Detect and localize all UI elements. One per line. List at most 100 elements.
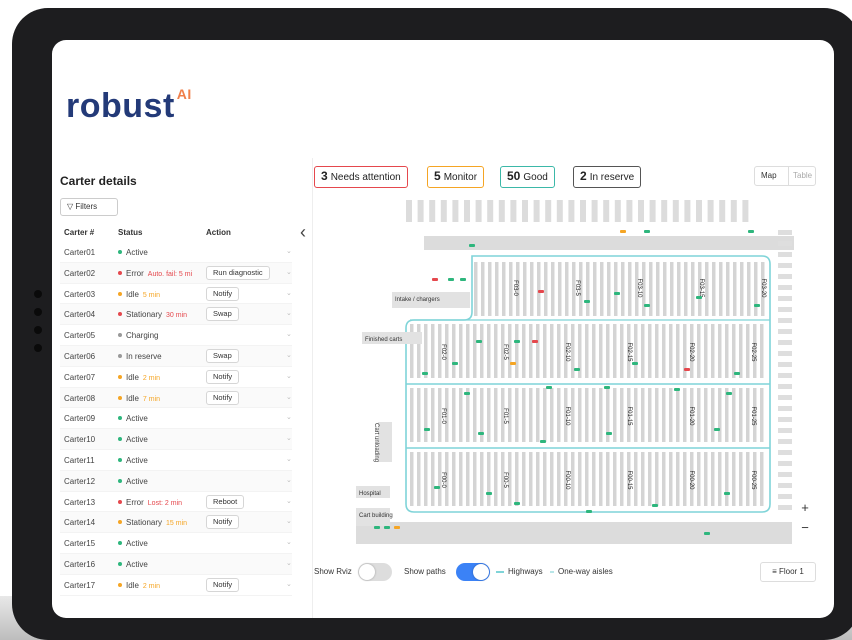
- shelf: [480, 324, 484, 378]
- chevron-down-icon[interactable]: ⌄: [286, 455, 292, 463]
- table-row[interactable]: Carter16 Active ⌄: [60, 553, 292, 575]
- chevron-down-icon[interactable]: ⌄: [286, 330, 292, 338]
- collapse-panel-icon[interactable]: ‹: [300, 222, 306, 243]
- shelf: [424, 388, 428, 442]
- map-view-tab[interactable]: Map: [761, 167, 777, 185]
- chevron-down-icon[interactable]: ⌄: [286, 289, 292, 297]
- table-row[interactable]: Carter06 In reserve Swap ⌄: [60, 345, 292, 367]
- floor-selector[interactable]: ≡ Floor 1: [760, 562, 816, 582]
- show-paths-toggle[interactable]: [456, 563, 490, 581]
- carter-id: Carter06: [64, 351, 96, 361]
- row-action-button[interactable]: Run diagnostic: [206, 265, 270, 280]
- carter-marker: [510, 362, 516, 365]
- summary-pill[interactable]: 2 In reserve: [573, 166, 642, 188]
- row-action-button[interactable]: Notify: [206, 286, 240, 301]
- table-row[interactable]: Carter11 Active ⌄: [60, 450, 292, 471]
- row-action-button[interactable]: Notify: [206, 390, 240, 405]
- shelf: [466, 452, 470, 506]
- table-row[interactable]: Carter03 Idle 5 min Notify ⌄: [60, 284, 292, 305]
- highways-legend-label: Highways: [508, 567, 543, 576]
- status-text: Charging: [126, 331, 159, 341]
- chevron-down-icon[interactable]: ⌄: [286, 497, 292, 505]
- row-action-button[interactable]: Swap: [206, 307, 239, 322]
- row-action-button[interactable]: Swap: [206, 348, 239, 363]
- table-row[interactable]: Carter08 Idle 7 min Notify ⌄: [60, 387, 292, 409]
- chevron-down-icon[interactable]: ⌄: [286, 309, 292, 317]
- status-text: Active: [126, 414, 148, 424]
- summary-count: 3: [321, 169, 328, 183]
- shelf: [557, 388, 561, 442]
- status-detail: Auto. fail: 5 mi: [147, 270, 193, 278]
- rack: [487, 200, 494, 222]
- row-action-button[interactable]: Notify: [206, 577, 240, 592]
- chevron-down-icon[interactable]: ⌄: [286, 538, 292, 546]
- summary-count: 5: [434, 169, 441, 183]
- zoom-in-button[interactable]: +: [796, 500, 814, 518]
- carter-status: Active: [118, 248, 148, 257]
- rack: [778, 417, 792, 422]
- show-rviz-toggle[interactable]: [358, 563, 392, 581]
- chevron-down-icon[interactable]: ⌄: [286, 476, 292, 484]
- chevron-down-icon[interactable]: ⌄: [286, 580, 292, 588]
- rack: [778, 494, 792, 499]
- table-row[interactable]: Carter09 Active ⌄: [60, 408, 292, 430]
- chevron-down-icon[interactable]: ⌄: [286, 393, 292, 401]
- chevron-down-icon[interactable]: ⌄: [286, 268, 292, 276]
- table-view-tab[interactable]: Table: [788, 167, 812, 185]
- table-row[interactable]: Carter02 Error Auto. fail: 5 mi Run diagn…: [60, 262, 292, 284]
- filters-button[interactable]: ▽ Filters: [60, 198, 118, 216]
- chevron-down-icon[interactable]: ⌄: [286, 372, 292, 380]
- table-row[interactable]: Carter13 Error Lost: 2 min Reboot ⌄: [60, 492, 292, 513]
- device-button: [34, 290, 42, 298]
- shelf: [747, 262, 751, 316]
- carter-id: Carter14: [64, 518, 96, 528]
- carter-marker: [674, 388, 680, 391]
- shelf: [592, 324, 596, 378]
- rack: [778, 307, 792, 312]
- shelf: [718, 324, 722, 378]
- shelf: [641, 452, 645, 506]
- status-dot: [118, 541, 122, 546]
- carter-marker: [652, 504, 658, 507]
- shelf: [593, 262, 597, 316]
- chevron-down-icon[interactable]: ⌄: [286, 559, 292, 567]
- rack: [778, 318, 792, 323]
- summary-pill[interactable]: 5 Monitor: [427, 166, 485, 188]
- shelf: [536, 388, 540, 442]
- warehouse-map[interactable]: Intake / chargers Finished carts Cart unlo…: [314, 192, 834, 562]
- row-action-button[interactable]: Notify: [206, 369, 240, 384]
- chevron-down-icon[interactable]: ⌄: [286, 351, 292, 359]
- table-row[interactable]: Carter14 Stationary 15 min Notify ⌄: [60, 512, 292, 534]
- aisle-label: F03-5: [574, 280, 580, 296]
- shelf: [621, 262, 625, 316]
- summary-pill[interactable]: 50 Good: [500, 166, 555, 188]
- table-row[interactable]: Carter17 Idle 2 min Notify ⌄: [60, 575, 292, 596]
- shelf: [676, 452, 680, 506]
- status-text: Active: [126, 476, 148, 486]
- chevron-down-icon[interactable]: ⌄: [286, 247, 292, 255]
- shelf: [628, 262, 632, 316]
- carter-id: Carter17: [64, 580, 96, 590]
- carter-marker: [540, 440, 546, 443]
- shelf: [550, 324, 554, 378]
- chevron-down-icon[interactable]: ⌄: [286, 434, 292, 442]
- chevron-down-icon[interactable]: ⌄: [286, 517, 292, 525]
- table-row[interactable]: Carter15 Active ⌄: [60, 533, 292, 554]
- chevron-down-icon[interactable]: ⌄: [286, 413, 292, 421]
- row-action-button[interactable]: Notify: [206, 515, 240, 530]
- carter-status: Error Lost: 2 min: [118, 498, 182, 507]
- zoom-out-button[interactable]: −: [796, 520, 814, 538]
- carter-id: Carter05: [64, 331, 96, 341]
- summary-pill[interactable]: 3 Needs attention: [314, 166, 408, 188]
- table-row[interactable]: Carter12 Active ⌄: [60, 470, 292, 492]
- table-row[interactable]: Carter05 Charging ⌄: [60, 325, 292, 346]
- aisle-label: F02-0: [440, 344, 446, 360]
- table-row[interactable]: Carter07 Idle 2 min Notify ⌄: [60, 367, 292, 388]
- table-row[interactable]: Carter04 Stationary 30 min Swap ⌄: [60, 304, 292, 326]
- shelf: [648, 388, 652, 442]
- table-row[interactable]: Carter10 Active ⌄: [60, 429, 292, 450]
- row-action-button[interactable]: Reboot: [206, 494, 245, 509]
- rack: [778, 395, 792, 400]
- table-row[interactable]: Carter01 Active ⌄: [60, 242, 292, 263]
- shelf: [697, 388, 701, 442]
